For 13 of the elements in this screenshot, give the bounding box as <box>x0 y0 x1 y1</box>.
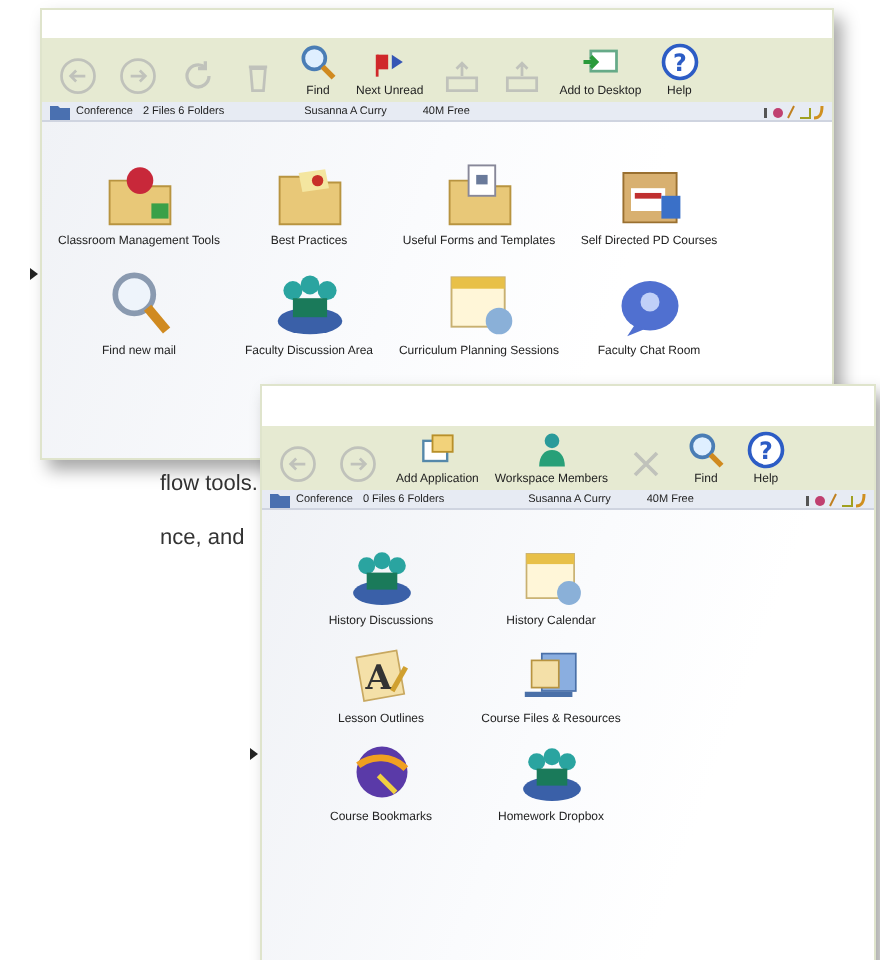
pointer-icon <box>250 748 258 760</box>
arrow-right-icon <box>336 442 380 486</box>
status-icons-drawing <box>806 491 866 507</box>
body-text: flow tools. <box>160 472 258 496</box>
body-text: nce, and <box>160 526 245 550</box>
arrow-left-icon <box>56 54 100 98</box>
help-icon: ? <box>657 40 702 84</box>
arrow-right-icon <box>116 54 160 98</box>
help-icon: ? <box>743 428 788 472</box>
arrow-left-icon <box>276 442 320 486</box>
status-icons-drawing <box>764 103 824 119</box>
search-icon <box>296 40 340 84</box>
pointer-icon <box>30 268 38 280</box>
